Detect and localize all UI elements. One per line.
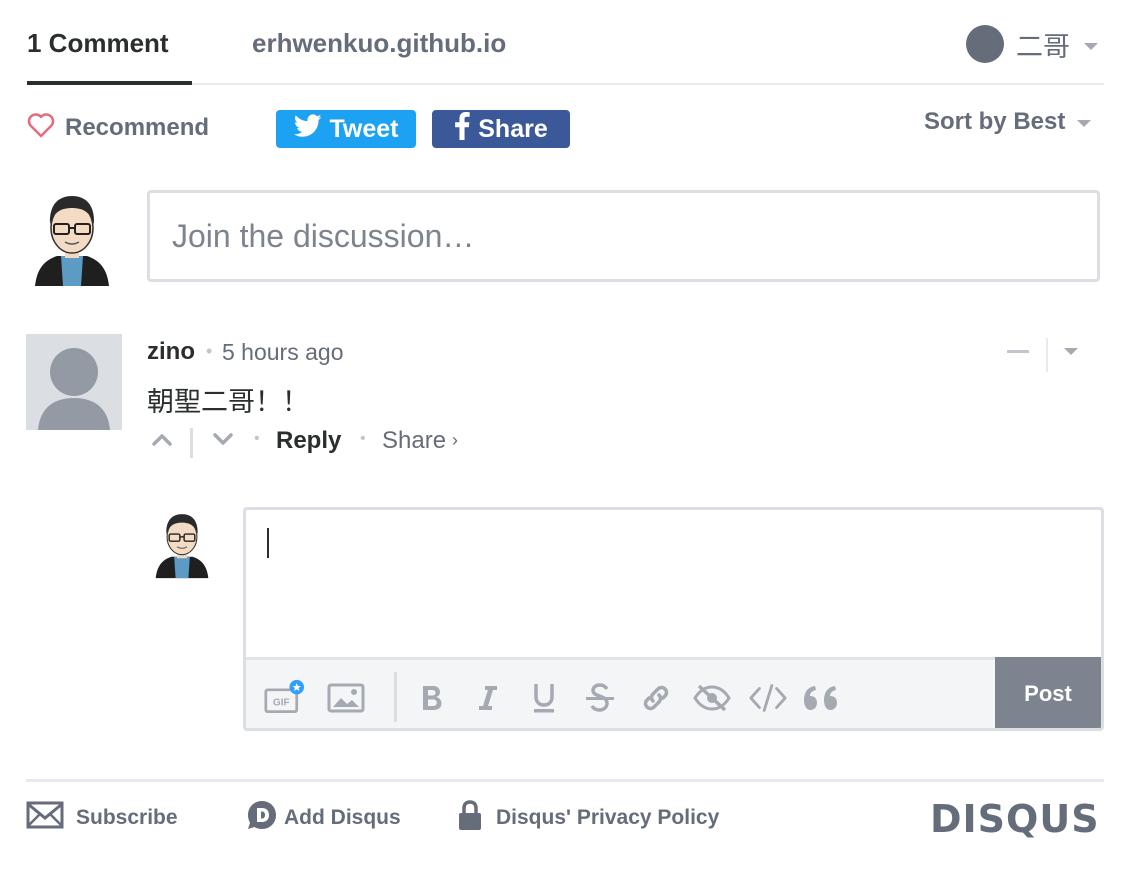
image-icon[interactable] (326, 678, 366, 718)
bullet-separator: • (360, 430, 366, 447)
disqus-logo[interactable]: DISQUS (930, 797, 1100, 841)
tab-comments[interactable]: 1 Comment (27, 28, 169, 59)
chevron-down-icon (1084, 42, 1098, 50)
active-tab-indicator (27, 81, 192, 85)
current-user-avatar[interactable] (27, 190, 117, 286)
italic-icon[interactable] (468, 678, 508, 718)
comment-menu-divider (1046, 338, 1048, 372)
sort-dropdown[interactable]: Sort by Best (924, 108, 1092, 136)
recommend-label: Recommend (65, 113, 210, 141)
strikethrough-icon[interactable] (580, 678, 620, 718)
toolbar-divider (394, 672, 397, 722)
envelope-icon (26, 801, 64, 835)
downvote-icon[interactable] (212, 432, 234, 451)
tweet-label: Tweet (329, 114, 399, 143)
chevron-down-icon (1077, 119, 1092, 127)
share-comment-button[interactable]: Share › (382, 427, 458, 455)
default-user-icon (38, 348, 110, 430)
facebook-icon (454, 111, 478, 147)
gif-icon[interactable]: GIF (264, 678, 304, 718)
facebook-share-button[interactable]: Share (432, 110, 570, 148)
formatting-toolbar: GIF Post (246, 657, 1101, 728)
join-discussion-input[interactable]: Join the discussion… (147, 190, 1100, 282)
bold-icon[interactable] (412, 678, 452, 718)
meta-separator: • (206, 341, 213, 361)
twitter-bird-icon (293, 113, 330, 145)
subscribe-label: Subscribe (76, 806, 178, 829)
reply-user-avatar[interactable] (150, 508, 214, 580)
tweet-button[interactable]: Tweet (276, 110, 416, 148)
reply-button[interactable]: Reply (276, 427, 341, 455)
vote-divider (190, 428, 193, 458)
tab-site[interactable]: erhwenkuo.github.io (252, 28, 506, 59)
recommend-button[interactable]: Recommend (27, 112, 209, 143)
gif-label: GIF (273, 697, 290, 708)
comment-body: 朝聖二哥！！ (147, 387, 309, 418)
quote-icon[interactable] (802, 678, 842, 718)
underline-icon[interactable] (524, 678, 564, 718)
commenter-avatar[interactable] (26, 334, 122, 430)
comment-author[interactable]: zino (147, 338, 195, 366)
comment-timestamp[interactable]: 5 hours ago (222, 339, 343, 366)
subscribe-link[interactable]: Subscribe (26, 800, 178, 836)
privacy-policy-link[interactable]: Disqus' Privacy Policy (458, 800, 719, 836)
reply-textarea[interactable] (246, 510, 1101, 657)
footer-divider (26, 779, 1104, 782)
chevron-right-icon: › (452, 430, 459, 450)
lock-icon (458, 799, 482, 837)
add-disqus-label: Add Disqus (284, 806, 401, 829)
bullet-separator: • (254, 430, 260, 447)
code-icon[interactable] (748, 678, 788, 718)
user-status-icon (966, 25, 1004, 63)
heart-icon (27, 112, 55, 143)
post-button[interactable]: Post (995, 657, 1101, 728)
add-disqus-link[interactable]: Add Disqus (246, 800, 401, 836)
share-label: Share (478, 114, 548, 143)
text-cursor (267, 528, 269, 558)
user-name: 二哥 (1016, 31, 1070, 63)
share-comment-label: Share (382, 427, 447, 454)
chevron-down-icon[interactable] (1064, 348, 1078, 355)
spoiler-icon[interactable] (692, 678, 732, 718)
privacy-label: Disqus' Privacy Policy (496, 806, 720, 829)
user-menu[interactable]: 二哥 (966, 24, 1098, 64)
collapse-icon[interactable] (1007, 350, 1029, 353)
disqus-d-icon (246, 799, 278, 837)
upvote-icon[interactable] (151, 432, 173, 451)
sort-label: Sort by Best (924, 108, 1066, 135)
reply-composer: GIF Post (243, 507, 1104, 731)
link-icon[interactable] (636, 678, 676, 718)
